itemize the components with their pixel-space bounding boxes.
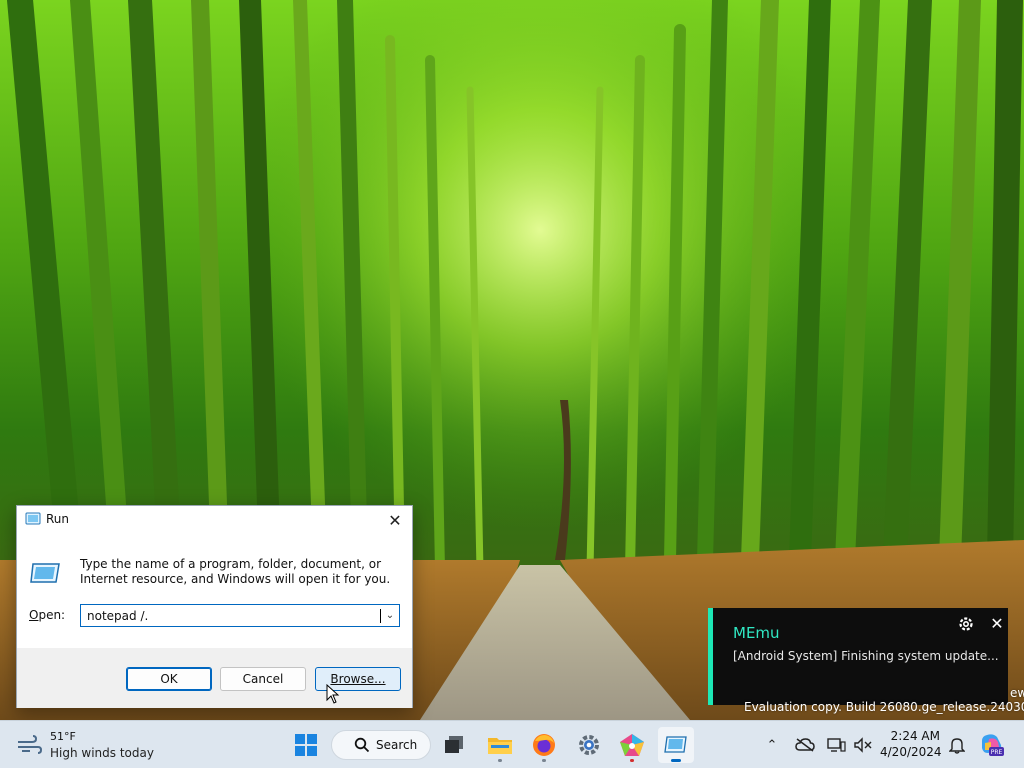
chevron-down-icon[interactable]: ⌄: [381, 605, 399, 626]
gear-icon: [579, 735, 599, 755]
gear-icon[interactable]: [957, 615, 975, 633]
open-label-rest: pen:: [38, 608, 66, 622]
notification-app-name: MEmu: [733, 624, 780, 642]
show-hidden-icons-button[interactable]: ⌃: [762, 729, 782, 761]
run-dialog: Run ✕ Type the name of a program, folder…: [16, 505, 413, 708]
weather-description: High winds today: [50, 746, 154, 760]
close-icon[interactable]: ✕: [989, 614, 1005, 633]
folder-icon: [488, 738, 512, 754]
active-indicator: [671, 759, 681, 762]
run-app-icon: [25, 512, 41, 525]
windows-logo-icon: [295, 734, 317, 756]
memu-icon: [620, 734, 644, 756]
run-titlebar[interactable]: Run ✕: [17, 506, 412, 533]
notification-message: [Android System] Finishing system update…: [733, 649, 999, 663]
task-view-icon: [445, 736, 463, 753]
running-indicator: [630, 759, 634, 762]
wind-icon: [18, 735, 42, 754]
watermark-fragment: ew: [1010, 686, 1024, 700]
run-taskbar-button[interactable]: [658, 727, 694, 763]
clock-time: 2:24 AM: [890, 729, 940, 743]
volume-tray-icon[interactable]: [851, 729, 875, 761]
task-view-button[interactable]: [436, 727, 472, 763]
cancel-button[interactable]: Cancel: [220, 667, 306, 691]
notification-toast[interactable]: MEmu [Android System] Finishing system u…: [708, 608, 1008, 705]
open-input[interactable]: notepad /.: [81, 609, 379, 623]
close-button[interactable]: ✕: [384, 510, 406, 530]
evaluation-watermark: Evaluation copy. Build 26080.ge_release.…: [744, 700, 1024, 714]
run-description: Type the name of a program, folder, docu…: [80, 557, 391, 586]
cloud-off-icon: [795, 738, 815, 752]
settings-button[interactable]: [571, 727, 607, 763]
taskbar-search[interactable]: Search: [331, 730, 431, 760]
running-indicator: [542, 759, 546, 762]
firefox-button[interactable]: [526, 727, 562, 763]
chevron-up-icon: ⌃: [766, 737, 778, 753]
network-tray-icon[interactable]: [824, 729, 848, 761]
notifications-button[interactable]: [946, 729, 968, 761]
run-title: Run: [46, 512, 70, 526]
weather-temperature: 51°F: [50, 730, 76, 743]
network-icon: [827, 738, 846, 752]
mouse-pointer-icon: [326, 684, 340, 704]
start-button[interactable]: [288, 727, 324, 763]
search-icon: [354, 737, 370, 753]
weather-widget[interactable]: 51°F High winds today: [14, 729, 164, 761]
search-label: Search: [376, 738, 418, 752]
run-program-icon: [30, 563, 60, 583]
onedrive-tray-icon[interactable]: [793, 729, 817, 761]
speaker-muted-icon: [854, 737, 872, 753]
firefox-icon: [533, 734, 555, 756]
pre-badge: PRE: [991, 749, 1003, 756]
taskbar: 51°F High winds today Search ⌃ 2:24 AM 4…: [0, 720, 1024, 768]
copilot-button[interactable]: PRE: [978, 729, 1006, 761]
copilot-icon: PRE: [982, 734, 1004, 756]
clock[interactable]: 2:24 AM 4/20/2024: [880, 728, 942, 760]
running-indicator: [498, 759, 502, 762]
ok-button[interactable]: OK: [126, 667, 212, 691]
bell-icon: [949, 738, 965, 754]
run-app-icon: [664, 736, 687, 753]
close-icon: ✕: [388, 510, 402, 530]
open-combobox[interactable]: notepad /. ⌄: [80, 604, 400, 627]
open-label: Open:: [29, 608, 65, 622]
run-footer: OK Cancel Browse...: [17, 648, 412, 708]
file-explorer-button[interactable]: [482, 727, 518, 763]
memu-button[interactable]: [614, 727, 650, 763]
clock-date: 4/20/2024: [880, 745, 942, 759]
